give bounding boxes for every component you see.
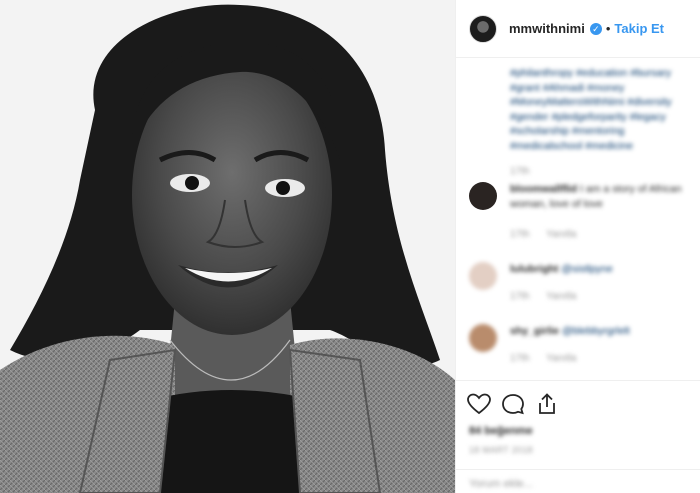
header-separator: •	[605, 21, 611, 36]
caption-time[interactable]: 17th	[510, 166, 529, 177]
comments-list[interactable]: #philanthropy #education #bursary #grant…	[456, 58, 700, 380]
follow-button[interactable]: Takip Et	[614, 21, 664, 36]
reply-button[interactable]: Yanıtla	[546, 291, 576, 302]
comment-text[interactable]: @sistlpyne	[561, 263, 613, 275]
comment-time[interactable]: 17th	[510, 291, 529, 302]
comment-time[interactable]: 17th	[510, 229, 529, 240]
post-header: mmwithnimi ✓ • Takip Et	[456, 0, 700, 58]
reply-button[interactable]: Yanıtla	[546, 229, 576, 240]
post-actions: 84 beğenme 18 MART 2018 Yorum ekle...	[456, 380, 700, 493]
profile-avatar[interactable]	[469, 14, 497, 43]
comment-username[interactable]: bloomwallflid	[510, 183, 577, 195]
portrait-photo	[0, 0, 455, 493]
comment-username[interactable]: lulubright	[510, 263, 558, 275]
post-photo[interactable]	[0, 0, 455, 493]
comment-avatar[interactable]	[469, 182, 497, 210]
add-comment-placeholder: Yorum ekle...	[469, 478, 533, 490]
comment-avatar[interactable]	[469, 324, 497, 352]
comment-body: lulubright @sistlpyne	[510, 262, 700, 277]
heart-icon[interactable]	[467, 393, 491, 415]
comment-body: bloomwallflid I am a story of African wo…	[510, 182, 700, 212]
comment-body: shy_girlie @blebbyrgrlelt	[510, 324, 700, 339]
comment-bubble-icon[interactable]	[501, 393, 525, 415]
comment-username[interactable]: shy_girlie	[510, 325, 559, 337]
post-side-panel: mmwithnimi ✓ • Takip Et #philanthropy #e…	[455, 0, 700, 493]
reply-button[interactable]: Yanıtla	[546, 353, 576, 364]
comment-meta: 17th Yanıtla	[510, 229, 590, 240]
comment-avatar[interactable]	[469, 262, 497, 290]
comment-meta: 17th Yanıtla	[510, 291, 590, 302]
action-icons	[467, 393, 559, 415]
verified-badge-icon: ✓	[589, 22, 602, 35]
likes-count[interactable]: 84 beğenme	[469, 425, 533, 437]
comment-meta: 17th Yanıtla	[510, 353, 590, 364]
comment-time[interactable]: 17th	[510, 353, 529, 364]
share-icon[interactable]	[535, 393, 559, 415]
comment-text[interactable]: @blebbyrgrlelt	[562, 325, 630, 337]
add-comment-input[interactable]: Yorum ekle...	[456, 469, 700, 493]
profile-username[interactable]: mmwithnimi	[509, 21, 585, 36]
caption-hashtags[interactable]: #philanthropy #education #bursary #grant…	[510, 66, 698, 153]
post-date[interactable]: 18 MART 2018	[469, 445, 533, 455]
